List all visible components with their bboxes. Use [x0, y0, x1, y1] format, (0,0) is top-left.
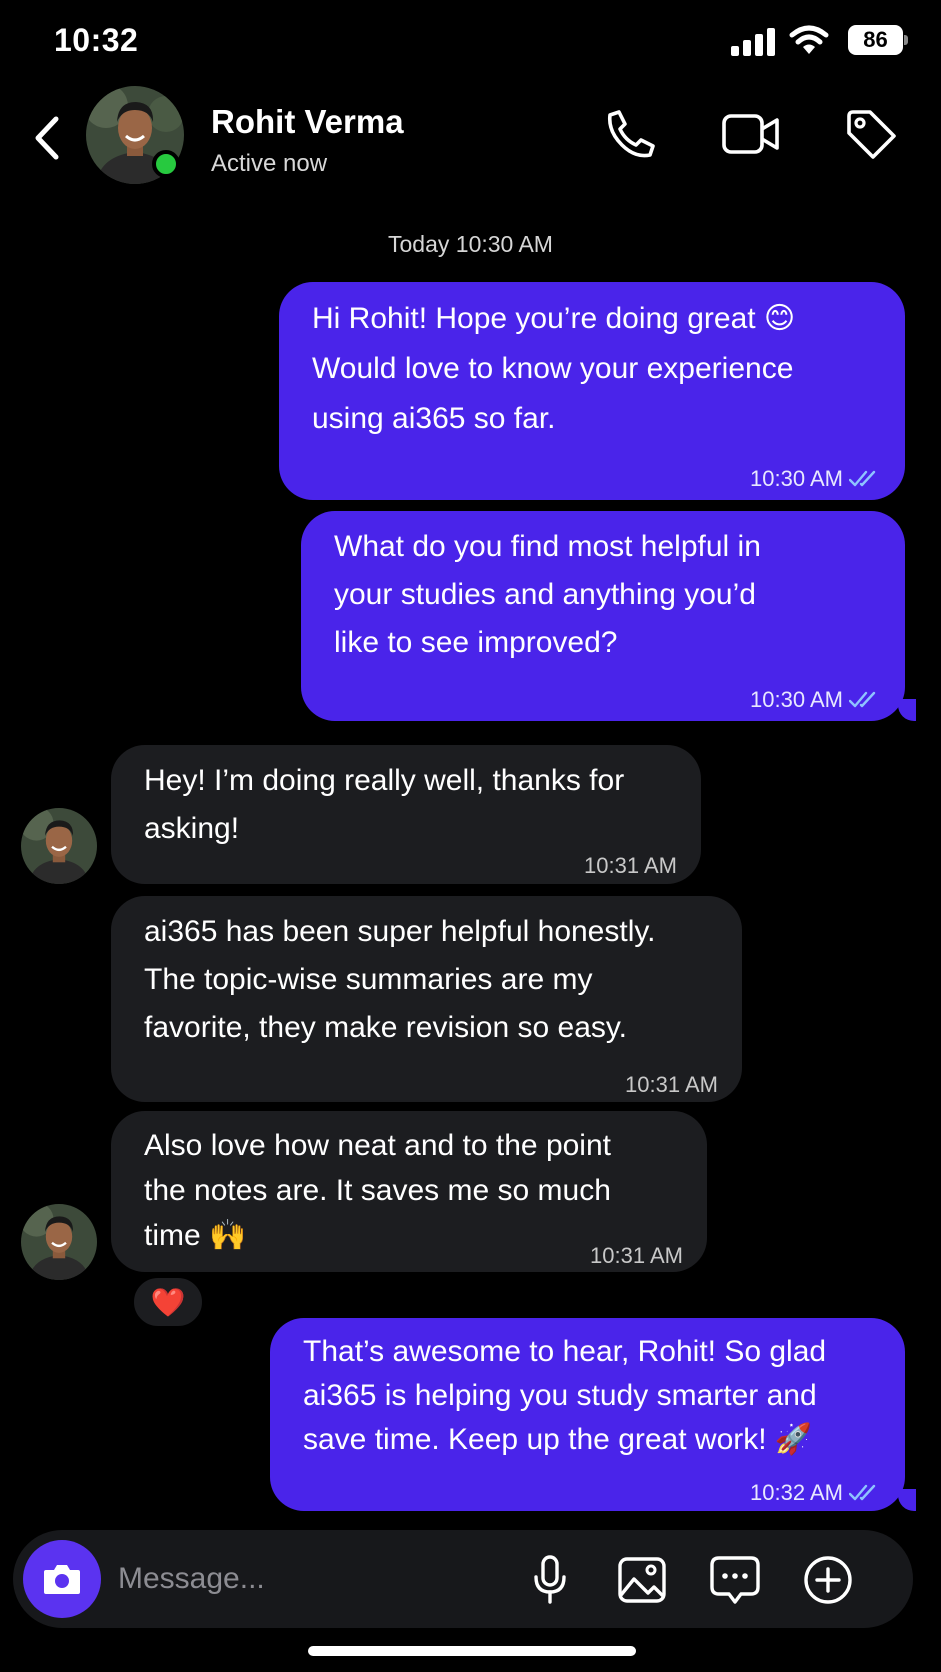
message-text: Hi Rohit! Hope you’re doing great 😊 Woul…: [312, 302, 796, 435]
status-time: 10:32: [54, 22, 139, 58]
contact-avatar-button[interactable]: [86, 86, 184, 184]
battery-tip: [904, 35, 908, 45]
bubble-tail: [898, 1489, 916, 1511]
message-time: 10:31 AM: [625, 1072, 718, 1097]
incoming-message[interactable]: Also love how neat and to the point the …: [111, 1111, 707, 1272]
double-check-icon: [849, 691, 876, 708]
outgoing-message[interactable]: What do you find most helpful in your st…: [301, 511, 905, 721]
message-meta: 10:31 AM: [584, 841, 677, 891]
incoming-message[interactable]: Hey! I’m doing really well, thanks for a…: [111, 745, 701, 884]
heart-reaction[interactable]: ❤️: [131, 1275, 205, 1329]
camera-button[interactable]: [23, 1540, 101, 1618]
sender-avatar[interactable]: [21, 1204, 97, 1280]
microphone-icon: [534, 1555, 566, 1604]
contact-status: Active now: [211, 150, 328, 177]
video-call-button[interactable]: [721, 104, 781, 164]
message-time: 10:31 AM: [584, 853, 677, 878]
back-button[interactable]: [22, 108, 72, 168]
message-time: 10:31 AM: [590, 1243, 683, 1268]
message-time: 10:30 AM: [750, 687, 843, 712]
camera-icon: [44, 1565, 80, 1594]
more-options-button[interactable]: [800, 1552, 856, 1608]
double-check-icon: [849, 1484, 876, 1501]
online-status-dot: [152, 150, 180, 178]
message-text: Hey! I’m doing really well, thanks for a…: [144, 764, 625, 845]
message-text: That’s awesome to hear, Rohit! So glad a…: [303, 1335, 827, 1456]
home-indicator[interactable]: [308, 1646, 636, 1656]
message-text: What do you find most helpful in your st…: [334, 530, 761, 659]
incoming-message[interactable]: ai365 has been super helpful honestly. T…: [111, 896, 742, 1102]
bubble-tail: [898, 699, 916, 721]
message-meta: 10:31 AM: [625, 1060, 718, 1110]
date-separator: Today 10:30 AM: [388, 231, 553, 257]
battery-level: 86: [848, 25, 903, 55]
message-meta: 10:31 AM: [590, 1231, 683, 1281]
outgoing-message[interactable]: That’s awesome to hear, Rohit! So glad a…: [270, 1318, 905, 1511]
contact-name[interactable]: Rohit Verma: [211, 103, 404, 141]
sender-avatar[interactable]: [21, 808, 97, 884]
tag-button[interactable]: [841, 104, 901, 164]
chevron-left-icon: [35, 116, 59, 160]
message-composer: [13, 1530, 913, 1628]
outgoing-message[interactable]: Hi Rohit! Hope you’re doing great 😊 Woul…: [279, 282, 905, 500]
call-button[interactable]: [601, 104, 661, 164]
message-meta: 10:30 AM: [750, 675, 881, 725]
message-time: 10:30 AM: [750, 466, 843, 491]
wifi-icon: [789, 25, 829, 54]
message-text: ai365 has been super helpful honestly. T…: [144, 915, 656, 1044]
chat-bubble-icon: [710, 1556, 760, 1604]
message-time: 10:32 AM: [750, 1480, 843, 1505]
message-input[interactable]: [118, 1555, 498, 1603]
video-camera-icon: [722, 114, 779, 154]
tag-icon: [847, 110, 896, 159]
voice-message-button[interactable]: [522, 1552, 578, 1608]
image-icon: [618, 1557, 666, 1603]
plus-circle-icon: [804, 1556, 852, 1604]
message-meta: 10:32 AM: [750, 1468, 881, 1518]
sticker-button[interactable]: [707, 1552, 763, 1608]
message-meta: 10:30 AM: [750, 454, 881, 504]
double-check-icon: [849, 470, 876, 487]
phone-icon: [607, 110, 655, 158]
gallery-button[interactable]: [614, 1552, 670, 1608]
battery-indicator: 86: [848, 25, 908, 55]
cellular-signal-icon: [731, 28, 775, 56]
